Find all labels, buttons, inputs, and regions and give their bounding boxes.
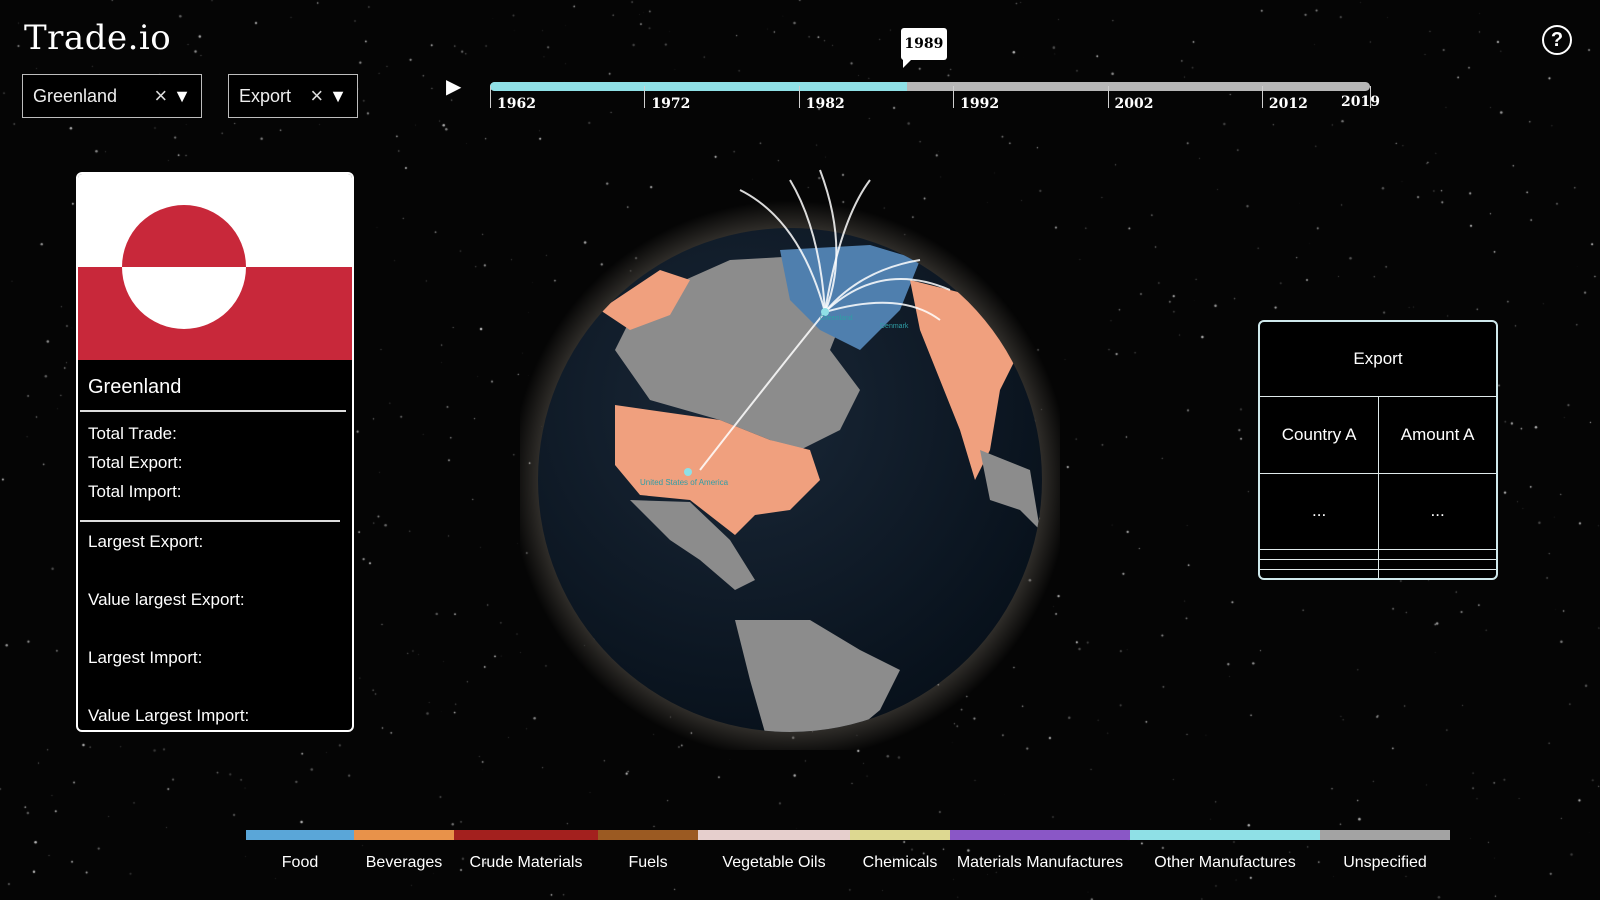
country-select-value: Greenland <box>33 85 118 106</box>
timeline-tick: 2012 <box>1261 86 1308 112</box>
divider <box>80 410 346 412</box>
table-cell <box>1260 569 1380 578</box>
country-select[interactable]: Greenland × ▼ <box>22 74 202 118</box>
legend-label[interactable]: Materials Manufactures <box>957 854 1123 872</box>
origin-label: Greenland <box>820 315 853 322</box>
legend-label[interactable]: Food <box>282 854 318 872</box>
timeline-tick-label: 1992 <box>960 96 1000 112</box>
play-icon[interactable]: ▶ <box>446 74 461 99</box>
timeline-tick-label: 2002 <box>1114 96 1154 112</box>
panel-title: Export <box>1260 322 1496 398</box>
destination-point <box>684 468 692 476</box>
table-row <box>1260 569 1496 578</box>
close-icon[interactable]: × <box>310 83 323 109</box>
largest-export-label: Largest Export: <box>88 532 204 551</box>
table-cell <box>1378 549 1496 561</box>
help-icon[interactable]: ? <box>1542 25 1572 55</box>
largest-import-label: Largest Import: <box>88 648 203 667</box>
column-header-amount: Amount A <box>1378 396 1496 474</box>
table-cell <box>1260 549 1380 561</box>
timeline-tick: 2019 <box>1341 86 1380 110</box>
table-cell: ... <box>1260 472 1380 551</box>
timeline-tick-label: 2012 <box>1268 96 1308 112</box>
table-row: ... ... <box>1260 472 1496 551</box>
legend-swatch <box>698 830 850 840</box>
country-info-card: Greenland Total Trade: Total Export: Tot… <box>76 172 354 732</box>
legend-swatch <box>850 830 950 840</box>
timeline-tick-label: 1972 <box>651 96 691 112</box>
legend-label[interactable]: Unspecified <box>1343 854 1427 872</box>
legend-label[interactable]: Beverages <box>366 854 443 872</box>
column-header-country: Country A <box>1260 396 1380 474</box>
timeline-tick-label: 2019 <box>1341 94 1380 110</box>
value-largest-export-label: Value largest Export: <box>88 590 245 609</box>
legend-label[interactable]: Crude Materials <box>470 854 583 872</box>
legend-swatch <box>950 830 1130 840</box>
legend-swatch <box>246 830 354 840</box>
table-cell <box>1378 559 1496 571</box>
timeline-tick: 1992 <box>953 86 999 112</box>
table-cell: ... <box>1378 472 1496 551</box>
table-cell <box>1260 559 1380 571</box>
timeline-tick: 2002 <box>1107 86 1154 112</box>
denmark-label: Denmark <box>880 323 909 330</box>
timeline-tick-label: 1962 <box>497 96 536 112</box>
legend-label[interactable]: Other Manufactures <box>1154 854 1295 872</box>
caret-down-icon[interactable]: ▼ <box>173 86 191 107</box>
legend-swatch <box>354 830 454 840</box>
timeline-tick: 1972 <box>644 86 690 112</box>
product-category-legend: Food Beverages Crude Materials Fuels Vegetab… <box>246 830 1450 890</box>
legend-swatch <box>1130 830 1320 840</box>
flow-select[interactable]: Export × ▼ <box>228 74 358 118</box>
legend-swatch <box>454 830 598 840</box>
selected-year-handle[interactable]: 1989 <box>900 28 947 68</box>
legend-label[interactable]: Vegetable Oils <box>722 854 825 872</box>
flow-select-value: Export <box>239 85 292 106</box>
timeline-tick: 1982 <box>798 86 845 112</box>
legend-label[interactable]: Fuels <box>628 854 667 872</box>
export-partners-panel: Export Country A Amount A ... ... <box>1258 320 1498 580</box>
legend-label[interactable]: Chemicals <box>863 854 938 872</box>
timeline-tick: 1962 <box>490 86 536 112</box>
legend-swatch <box>1320 830 1450 840</box>
timeline-progress <box>490 82 907 91</box>
legend-swatch <box>598 830 698 840</box>
country-name: Greenland <box>88 376 182 398</box>
table-row <box>1260 549 1496 561</box>
caret-down-icon[interactable]: ▼ <box>329 86 347 107</box>
divider <box>80 520 340 522</box>
total-import-label: Total Import: <box>88 482 182 501</box>
close-icon[interactable]: × <box>154 83 167 109</box>
table-row <box>1260 559 1496 571</box>
value-largest-import-label: Value Largest Import: <box>88 706 250 725</box>
table-cell <box>1378 569 1496 578</box>
year-timeline-slider[interactable]: 1989 1962 1972 1982 1992 2002 2012 2019 <box>490 28 1380 128</box>
trade-globe[interactable]: United States of America Greenland Denma… <box>520 150 1060 750</box>
total-export-label: Total Export: <box>88 453 183 472</box>
destination-label: United States of America <box>640 478 729 487</box>
timeline-tick-label: 1982 <box>805 96 845 112</box>
country-flag <box>78 174 352 360</box>
app-logo: Trade.io <box>24 18 172 58</box>
total-trade-label: Total Trade: <box>88 424 177 443</box>
